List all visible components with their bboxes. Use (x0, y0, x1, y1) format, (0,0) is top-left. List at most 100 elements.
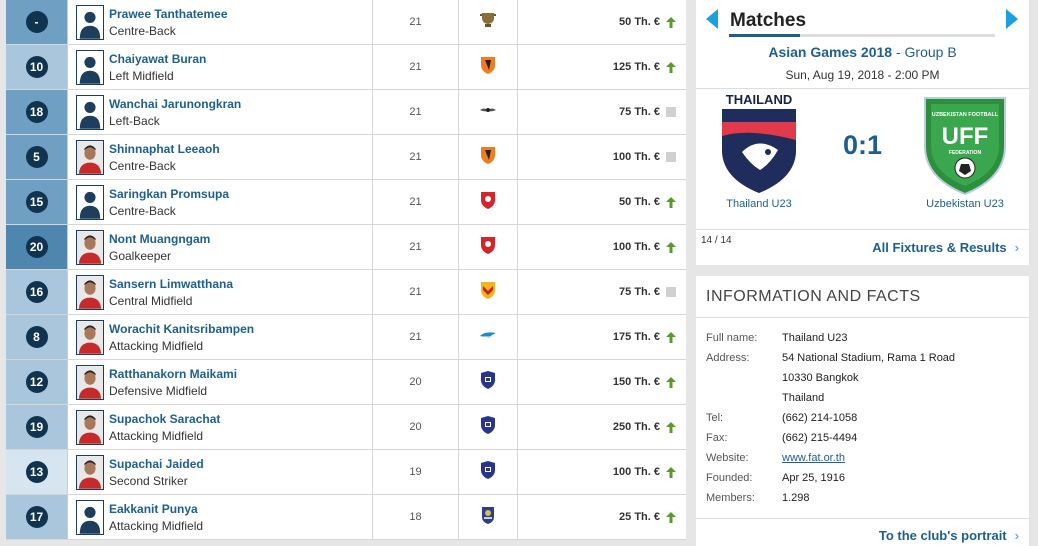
player-cell: Supachok Sarachat Attacking Midfield (68, 405, 373, 449)
trend-up-icon (666, 377, 676, 388)
market-value-link[interactable]: 100 Th. € (613, 151, 660, 163)
info-label: Founded: (706, 472, 753, 484)
navy-shield-club-icon[interactable] (479, 460, 497, 485)
player-age: 21 (373, 135, 459, 179)
shirt-number-cell: 5 (6, 135, 68, 179)
player-photo[interactable] (76, 274, 104, 310)
player-age: 21 (373, 315, 459, 359)
shirt-number: 8 (25, 326, 48, 348)
current-club-cell (459, 90, 518, 134)
market-value-link[interactable]: 100 Th. € (613, 466, 660, 478)
market-value-link[interactable]: 75 Th. € (619, 106, 660, 118)
player-name-link[interactable]: Wanchai Jarunongkran (109, 95, 241, 113)
shirt-number-cell: 19 (6, 405, 68, 449)
info-label: Full name: (706, 332, 758, 344)
previous-match-arrow-icon[interactable] (706, 9, 718, 29)
silhouette-icon[interactable] (76, 499, 104, 535)
player-photo[interactable] (76, 229, 104, 265)
player-name-link[interactable]: Sansern Limwatthana (109, 275, 233, 293)
matches-title: Matches (730, 10, 807, 31)
svg-text:UZBEKISTAN FOOTBALL: UZBEKISTAN FOOTBALL (932, 112, 999, 118)
trend-flat-icon (666, 107, 676, 117)
uzbekistan-crest-icon: UZBEKISTAN FOOTBALL UFF FEDERATION (924, 97, 1006, 196)
player-name-link[interactable]: Supachai Jaided (109, 455, 204, 473)
away-team-name[interactable]: Uzbekistan U23 (910, 198, 1020, 210)
player-photo[interactable] (76, 409, 104, 445)
silhouette-icon[interactable] (76, 49, 104, 85)
winged-club-icon[interactable] (479, 100, 497, 125)
club-portrait-link[interactable]: To the club's portrait › (879, 528, 1019, 543)
player-age: 21 (373, 270, 459, 314)
next-match-arrow-icon[interactable] (1006, 9, 1018, 29)
player-photo[interactable] (76, 364, 104, 400)
current-club-cell (459, 135, 518, 179)
market-value-link[interactable]: 25 Th. € (619, 511, 660, 523)
orange-shield-club-icon[interactable] (479, 55, 497, 80)
info-label: Fax: (706, 432, 728, 444)
player-position: Attacking Midfield (109, 518, 204, 533)
player-name-link[interactable]: Shinnaphat Leeaoh (109, 140, 220, 158)
table-row: - Prawee Tanthatemee Centre-Back 21 50 Th. € (6, 0, 686, 45)
red-shield-club-icon[interactable] (479, 190, 497, 215)
blue-crest-club-icon[interactable] (479, 505, 497, 530)
player-cell: Sansern Limwatthana Central Midfield (68, 270, 373, 314)
player-name-link[interactable]: Worachit Kanitsribampen (109, 320, 254, 338)
trend-up-icon (666, 422, 676, 433)
shirt-number-cell: - (6, 0, 68, 44)
shirt-number: 18 (25, 101, 48, 123)
silhouette-icon[interactable] (76, 184, 104, 220)
navy-shield-club-icon[interactable] (479, 415, 497, 440)
player-photo[interactable] (76, 454, 104, 490)
silhouette-icon[interactable] (76, 94, 104, 130)
market-value-cell: 175 Th. € (518, 315, 686, 359)
competition-link[interactable]: Asian Games 2018 - Group B (696, 44, 1029, 60)
market-value-link[interactable]: 150 Th. € (613, 376, 660, 388)
player-cell: Saringkan Promsupa Centre-Back (68, 180, 373, 224)
shirt-number: 16 (25, 281, 48, 303)
shirt-number: 15 (25, 191, 48, 213)
market-value-link[interactable]: 250 Th. € (613, 421, 660, 433)
shirt-number: 13 (25, 461, 48, 483)
player-name-link[interactable]: Chaiyawat Buran (109, 50, 206, 68)
player-name-link[interactable]: Saringkan Promsupa (109, 185, 229, 203)
navy-shield-club-icon[interactable] (479, 370, 497, 395)
yellow-red-club-icon[interactable] (479, 280, 497, 305)
player-position: Attacking Midfield (109, 338, 204, 353)
player-name-link[interactable]: Ratthanakorn Maikami (109, 365, 237, 383)
shirt-number: 20 (25, 236, 48, 258)
market-value-link[interactable]: 125 Th. € (613, 61, 660, 73)
player-name-link[interactable]: Eakkanit Punya (109, 500, 203, 518)
market-value-link[interactable]: 50 Th. € (619, 16, 660, 28)
away-team[interactable]: UZBEKISTAN FOOTBALL UFF FEDERATION Uzbek… (910, 92, 1020, 210)
silhouette-icon[interactable] (76, 4, 104, 40)
market-value-link[interactable]: 50 Th. € (619, 196, 660, 208)
shirt-number-cell: 10 (6, 45, 68, 89)
player-name-link[interactable]: Prawee Tanthatemee (109, 5, 228, 23)
chevron-right-icon: › (1014, 240, 1019, 255)
home-team-name[interactable]: Thailand U23 (704, 198, 814, 210)
shirt-number-cell: 16 (6, 270, 68, 314)
red-shield-club-icon[interactable] (479, 235, 497, 260)
trend-up-icon (666, 332, 676, 343)
player-photo[interactable] (76, 139, 104, 175)
trophy-club-icon[interactable] (479, 10, 497, 35)
all-fixtures-link[interactable]: All Fixtures & Results › (872, 240, 1019, 255)
player-name-link[interactable]: Supachok Sarachat (109, 410, 220, 428)
blue-winged-club-icon[interactable] (479, 325, 497, 350)
market-value-link[interactable]: 175 Th. € (613, 331, 660, 343)
website-link[interactable]: www.fat.or.th (782, 448, 1022, 468)
info-value: 54 National Stadium, Rama 1 Road (782, 352, 956, 364)
svg-text:UFF: UFF (942, 123, 989, 150)
player-cell: Shinnaphat Leeaoh Centre-Back (68, 135, 373, 179)
orange-shield-club-icon[interactable] (479, 145, 497, 170)
player-photo[interactable] (76, 319, 104, 355)
market-value-link[interactable]: 100 Th. € (613, 241, 660, 253)
table-row: 20 Nont Muangngam Goalkeeper 21 100 Th. € (6, 225, 686, 270)
current-club-cell (459, 405, 518, 449)
squad-table: - Prawee Tanthatemee Centre-Back 21 50 Th. €… (6, 0, 686, 540)
player-name-link[interactable]: Nont Muangngam (109, 230, 210, 248)
market-value-cell: 100 Th. € (518, 225, 686, 269)
current-club-cell (459, 45, 518, 89)
trend-flat-icon (666, 152, 676, 162)
market-value-link[interactable]: 75 Th. € (619, 286, 660, 298)
